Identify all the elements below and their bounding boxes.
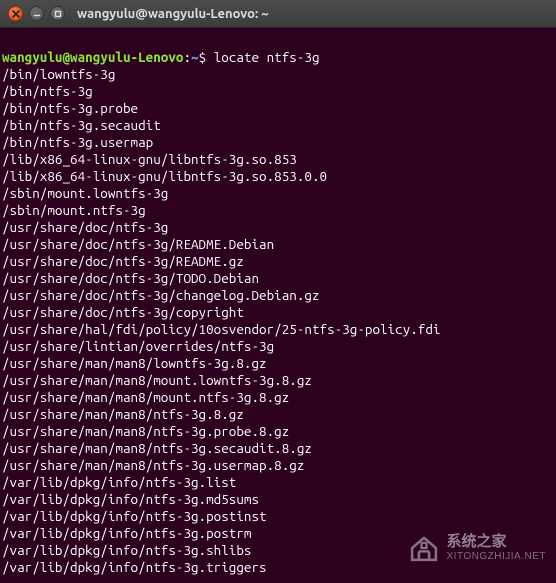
output-line: /bin/lowntfs-3g (2, 66, 550, 83)
output-line: /usr/share/man/man8/ntfs-3g.8.gz (2, 406, 550, 423)
output-line: /usr/share/man/man8/mount.lowntfs-3g.8.g… (2, 372, 550, 389)
output-line: /usr/share/doc/ntfs-3g/README.Debian (2, 236, 550, 253)
prompt-separator: : (183, 49, 191, 65)
window-controls (8, 6, 65, 21)
output-line: /var/lib/dpkg/info/ntfs-3g.postrm (2, 525, 550, 542)
maximize-icon[interactable] (50, 6, 65, 21)
output-line: /var/lib/dpkg/info/ntfs-3g.list (2, 474, 550, 491)
output-line: /usr/share/man/man8/ntfs-3g.secaudit.8.g… (2, 440, 550, 457)
output-line: /bin/ntfs-3g.probe (2, 100, 550, 117)
window-title: wangyulu@wangyulu-Lenovo: ~ (77, 7, 269, 21)
output-line: /lib/x86_64-linux-gnu/libntfs-3g.so.853 (2, 151, 550, 168)
output-line: /var/lib/dpkg/info/ntfs-3g.shlibs (2, 542, 550, 559)
prompt-symbol: $ (199, 49, 207, 65)
prompt-line: wangyulu@wangyulu-Lenovo:~$ locate ntfs-… (2, 49, 320, 65)
output-line: /bin/ntfs-3g.secaudit (2, 117, 550, 134)
output-line: /usr/share/man/man8/lowntfs-3g.8.gz (2, 355, 550, 372)
output-line: /var/lib/dpkg/info/ntfs-3g.md5sums (2, 491, 550, 508)
output-line: /usr/share/lintian/overrides/ntfs-3g (2, 338, 550, 355)
output-line: /usr/share/doc/ntfs-3g/changelog.Debian.… (2, 287, 550, 304)
output-line: /lib/x86_64-linux-gnu/libntfs-3g.so.853.… (2, 168, 550, 185)
output-line: /usr/share/man/man8/mount.ntfs-3g.8.gz (2, 389, 550, 406)
command-text: locate ntfs-3g (214, 49, 320, 65)
output-line: /usr/share/doc/ntfs-3g/TODO.Debian (2, 270, 550, 287)
output-line: /bin/ntfs-3g.usermap (2, 134, 550, 151)
prompt-user-host: wangyulu@wangyulu-Lenovo (2, 49, 183, 65)
output-line: /sbin/mount.ntfs-3g (2, 202, 550, 219)
output-line: /var/lib/dpkg/info/ntfs-3g.triggers (2, 559, 550, 576)
output-line: /var/lib/dpkg/info/ntfs-3g.postinst (2, 508, 550, 525)
terminal-area[interactable]: wangyulu@wangyulu-Lenovo:~$ locate ntfs-… (0, 28, 556, 578)
titlebar: wangyulu@wangyulu-Lenovo: ~ (0, 0, 556, 28)
output-line: /bin/ntfs-3g (2, 83, 550, 100)
close-icon[interactable] (8, 6, 23, 21)
output-line: /usr/share/man/man8/ntfs-3g.probe.8.gz (2, 423, 550, 440)
minimize-icon[interactable] (29, 6, 44, 21)
prompt-path: ~ (191, 49, 199, 65)
output-line: /usr/share/man/man8/ntfs-3g.usermap.8.gz (2, 457, 550, 474)
output-line: /usr/share/doc/ntfs-3g (2, 219, 550, 236)
output-line: /sbin/mount.lowntfs-3g (2, 185, 550, 202)
output-line: /usr/share/hal/fdi/policy/10osvendor/25-… (2, 321, 550, 338)
output-line: /usr/share/doc/ntfs-3g/README.gz (2, 253, 550, 270)
output-line: /usr/share/doc/ntfs-3g/copyright (2, 304, 550, 321)
